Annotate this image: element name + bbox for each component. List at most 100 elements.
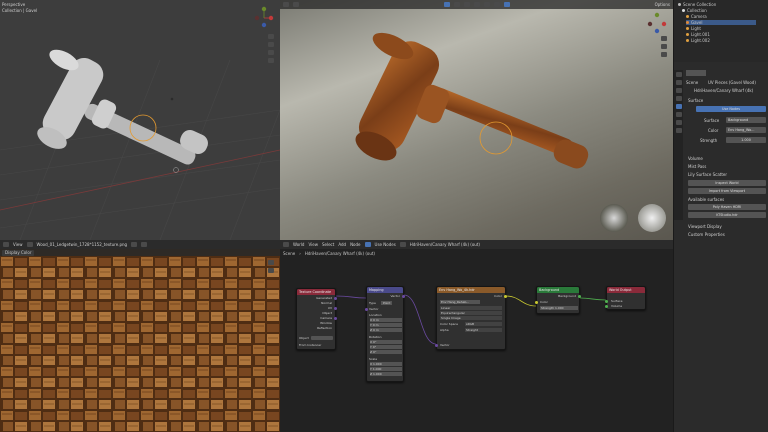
- poly-haven-hdri-button[interactable]: Poly Haven HDRI: [688, 204, 766, 210]
- ktstudio-button[interactable]: KTStudio.hdr: [688, 212, 766, 218]
- render-viewport-tools: [661, 36, 667, 57]
- modifier-tab-icon[interactable]: [675, 120, 682, 125]
- color-texture-field[interactable]: Env Hang_Wo...: [726, 127, 766, 133]
- location-z-field[interactable]: Z 0 m: [370, 328, 402, 332]
- alpha-dropdown[interactable]: Straight: [465, 328, 502, 332]
- properties-breadcrumb-scene: Scene: [686, 80, 699, 85]
- input-socket[interactable]: [435, 344, 438, 347]
- surface-panel-header[interactable]: Surface: [688, 98, 703, 103]
- scale-label: Scale: [369, 357, 378, 361]
- image-view-menu[interactable]: View: [13, 242, 23, 247]
- volume-panel-header[interactable]: Volume: [688, 156, 703, 161]
- image-name-field[interactable]: Wood_01_Ledgetwin_1728*1152_texture.png: [37, 242, 128, 247]
- source-dropdown[interactable]: Single Image: [440, 316, 502, 320]
- outliner-item-gavel[interactable]: Gavel: [686, 20, 756, 25]
- viewport-display-panel-header[interactable]: Viewport Display: [688, 224, 722, 229]
- image-pin-icon[interactable]: [131, 242, 138, 247]
- view-subtitle: Collection | Gavel: [2, 8, 38, 13]
- location-x-field[interactable]: X 0 m: [370, 318, 402, 322]
- image-close-icon[interactable]: [141, 242, 148, 247]
- rotation-y-field[interactable]: Y 0°: [370, 345, 402, 349]
- from-instancer-checkbox[interactable]: From Instancer: [299, 343, 321, 347]
- viewport-tools: [268, 34, 274, 63]
- pan-icon[interactable]: [268, 42, 274, 47]
- node-background[interactable]: Background Background Color Strength 1.0…: [535, 286, 581, 314]
- output-socket[interactable]: [334, 297, 337, 300]
- output-tab-icon[interactable]: [675, 88, 682, 93]
- shader-node-editor[interactable]: World View Select Add Node Use Nodes Hdr…: [280, 240, 673, 432]
- world-tab-icon[interactable]: [675, 104, 682, 109]
- node-title: Mapping: [367, 287, 403, 293]
- projection-dropdown[interactable]: Equirectangular: [440, 311, 502, 315]
- outliner-item-camera[interactable]: Camera: [686, 14, 707, 19]
- interpolation-dropdown[interactable]: Linear: [440, 306, 502, 310]
- output-socket[interactable]: [504, 295, 507, 298]
- render-navigation-gizmo[interactable]: [645, 12, 669, 34]
- image-file-field[interactable]: Env Hang_Rehab...: [440, 300, 480, 304]
- image-zoom-icon[interactable]: [268, 260, 274, 265]
- outliner-item-light-002[interactable]: Light.002: [686, 38, 710, 43]
- viewport-solid[interactable]: Perspective Collection | Gavel: [0, 0, 280, 240]
- outliner-item-collection[interactable]: Collection: [682, 8, 707, 13]
- gavel-rendered-model[interactable]: [351, 27, 591, 171]
- type-dropdown[interactable]: Point: [381, 301, 393, 305]
- world-datablock[interactable]: HdriHaven/Canary Wharf (4k): [694, 88, 753, 93]
- inspect-world-button[interactable]: Inspect World: [688, 180, 766, 186]
- output-socket[interactable]: [334, 307, 337, 310]
- rotation-x-field[interactable]: X 0°: [370, 340, 402, 344]
- properties-editor[interactable]: Scene UV Pieces (Gavel Wood) HdriHaven/C…: [674, 66, 768, 432]
- gavel-solid-model[interactable]: [34, 45, 211, 166]
- camera-view-icon[interactable]: [268, 50, 274, 55]
- properties-search-input[interactable]: [686, 70, 706, 76]
- import-from-viewport-button[interactable]: Import from Viewport: [688, 188, 766, 194]
- node-title: Texture Coordinate: [297, 289, 335, 295]
- scale-x-field[interactable]: X 1.000: [370, 362, 402, 366]
- material-tab-icon[interactable]: [675, 128, 682, 133]
- output-socket[interactable]: [402, 295, 405, 298]
- input-socket[interactable]: [535, 301, 538, 304]
- image-browse-icon[interactable]: [26, 242, 33, 247]
- object-tab-icon[interactable]: [675, 112, 682, 117]
- input-socket[interactable]: [365, 308, 368, 311]
- color-space-dropdown[interactable]: sRGB: [465, 322, 502, 326]
- mist-pass-panel-header[interactable]: Mist Pass: [688, 164, 706, 169]
- outliner[interactable]: Scene Collection Collection Camera Gavel…: [674, 0, 768, 62]
- strength-field[interactable]: 1.000: [726, 137, 766, 143]
- surface-shader-dropdown[interactable]: Background: [726, 117, 766, 123]
- render-camera-icon[interactable]: [661, 52, 667, 57]
- outliner-item-light[interactable]: Light: [686, 26, 701, 31]
- navigation-gizmo[interactable]: [252, 6, 276, 28]
- socket-label: Volume: [611, 304, 623, 308]
- scale-y-field[interactable]: Y 1.000: [370, 367, 402, 371]
- strength-field[interactable]: Strength 1.000: [540, 306, 578, 310]
- socket-label: Vector: [390, 294, 400, 298]
- output-socket[interactable]: [334, 317, 337, 320]
- zoom-icon[interactable]: [268, 34, 274, 39]
- render-pan-icon[interactable]: [661, 44, 667, 49]
- grid-view-icon[interactable]: [268, 58, 274, 63]
- image-editor-type-icon[interactable]: [3, 242, 9, 247]
- custom-properties-panel-header[interactable]: Custom Properties: [688, 232, 725, 237]
- node-environment-texture[interactable]: Env Hang_Wo_4k.hdr Color Env Hang_Rehab.…: [435, 286, 507, 350]
- image-editor[interactable]: View Wood_01_Ledgetwin_1728*1152_texture…: [0, 240, 280, 432]
- node-world-output[interactable]: World Output Surface Volume: [605, 286, 646, 310]
- tool-tab-icon[interactable]: [675, 72, 682, 77]
- rotation-z-field[interactable]: Z 0°: [370, 350, 402, 354]
- outliner-item-light-001[interactable]: Light.001: [686, 32, 710, 37]
- node-texture-coordinate[interactable]: Texture Coordinate Generated Normal UV O…: [296, 288, 337, 350]
- input-socket[interactable]: [605, 300, 608, 303]
- location-y-field[interactable]: Y 0 m: [370, 323, 402, 327]
- scene-tab-icon[interactable]: [675, 96, 682, 101]
- use-nodes-button[interactable]: Use Nodes: [696, 106, 766, 112]
- render-zoom-icon[interactable]: [661, 36, 667, 41]
- render-tab-icon[interactable]: [675, 80, 682, 85]
- input-socket[interactable]: [605, 305, 608, 308]
- viewport-rendered[interactable]: Options: [280, 0, 673, 240]
- image-pan-icon[interactable]: [268, 268, 274, 273]
- lily-surface-scatter-panel-header[interactable]: Lily Surface Scatter: [688, 172, 727, 177]
- scale-z-field[interactable]: Z 1.000: [370, 372, 402, 376]
- object-field[interactable]: [311, 336, 333, 340]
- outliner-scene-collection[interactable]: Scene Collection: [678, 2, 716, 7]
- node-mapping[interactable]: Mapping Vector Type Point Vector Locatio…: [365, 286, 405, 382]
- output-socket[interactable]: [578, 295, 581, 298]
